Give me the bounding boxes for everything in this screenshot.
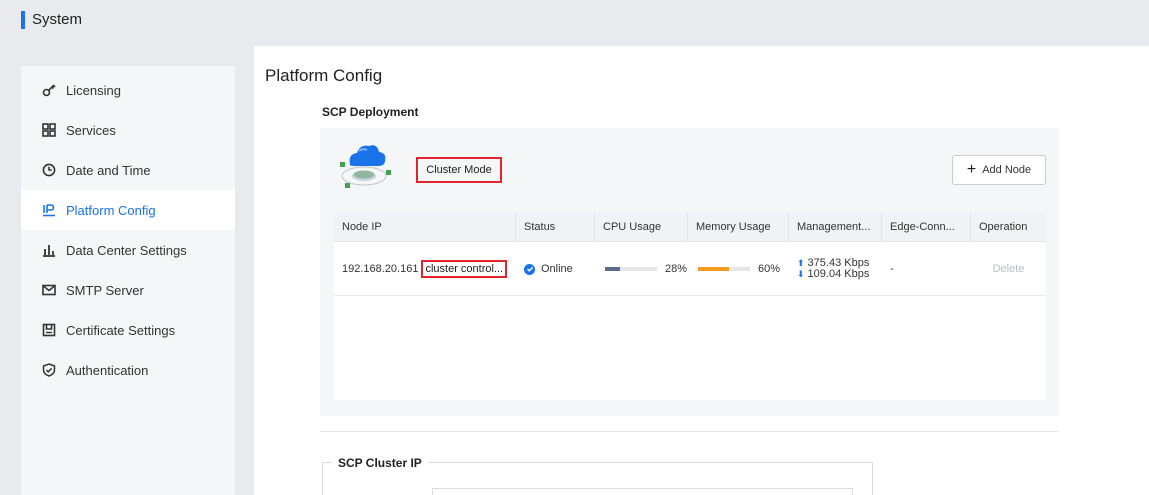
plus-icon: + [966,161,977,178]
column-header-node-ip[interactable]: Node IP [334,212,516,242]
sidebar-item-label: Licensing [66,82,121,98]
cell-management: ⬆ 375.43 Kbps ⬇ 109.04 Kbps [789,242,882,296]
sidebar-item-label: Date and Time [66,162,151,178]
add-node-label: Add Node [982,164,1032,176]
cluster-mode-text: Cluster Mode [426,164,492,176]
column-header-operation[interactable]: Operation [971,212,1046,242]
cluster-mode-label: Cluster Mode [416,157,502,183]
cluster-ip-input[interactable] [432,488,853,495]
section-divider [320,431,1059,432]
ip-icon [42,203,56,217]
page-header-title: System [32,11,83,28]
cell-cpu-usage: 28% [595,242,688,296]
clock-icon [42,163,56,177]
sidebar-item-label: Platform Config [66,202,156,218]
arrow-up-icon: ⬆ [797,258,805,268]
status-value: Online [541,263,573,275]
memory-usage-value: 60% [758,263,781,275]
section-title-scp-cluster-ip: SCP Cluster IP [332,456,428,470]
cell-node-ip: 192.168.20.161 cluster control... [334,242,516,296]
edge-conn-value: - [890,263,894,275]
sidebar-item-licensing[interactable]: Licensing [21,70,235,110]
cpu-usage-value: 28% [665,263,688,275]
memory-usage-bar [698,267,750,271]
cell-status: Online [516,242,595,296]
shield-icon [42,363,56,377]
node-ip-value: 192.168.20.161 [342,263,419,275]
sidebar-item-label: Services [66,122,116,138]
sidebar-item-services[interactable]: Services [21,110,235,150]
grid-icon [42,123,56,137]
sidebar-item-date-and-time[interactable]: Date and Time [21,150,235,190]
sidebar-item-certificate-settings[interactable]: Certificate Settings [21,310,235,350]
page-title: Platform Config [265,66,383,85]
column-header-memory-usage[interactable]: Memory Usage [688,212,789,242]
check-circle-icon [524,263,535,275]
cell-operation: Delete [971,242,1046,296]
cell-edge-conn: - [882,242,971,296]
column-header-edge-conn[interactable]: Edge-Conn... [882,212,971,242]
memory-usage-fill [698,267,730,271]
column-header-cpu-usage[interactable]: CPU Usage [595,212,688,242]
sidebar-item-label: Authentication [66,362,149,378]
sidebar-item-data-center-settings[interactable]: Data Center Settings [21,230,235,270]
mail-icon [42,283,56,297]
top-bar: System [0,0,1149,46]
certificate-icon [42,323,56,337]
bar-chart-icon [42,243,56,257]
sidebar-item-platform-config[interactable]: Platform Config [21,190,235,230]
column-header-status[interactable]: Status [516,212,595,242]
sidebar-item-authentication[interactable]: Authentication [21,350,235,390]
sidebar-item-label: Certificate Settings [66,322,176,338]
cloud-cluster-icon [336,140,398,192]
cpu-usage-bar [605,267,657,271]
add-node-button[interactable]: + Add Node [952,155,1046,185]
table-header: Node IP Status CPU Usage Memory Usage Ma… [334,212,1046,242]
node-role-value: cluster control... [421,260,508,278]
management-traffic: ⬆ 375.43 Kbps ⬇ 109.04 Kbps [797,258,869,280]
cell-memory-usage: 60% [688,242,789,296]
sidebar-item-label: Data Center Settings [66,242,187,258]
title-accent [21,11,25,29]
delete-button[interactable]: Delete [993,263,1025,275]
section-title-scp-deployment: SCP Deployment [322,105,419,119]
sidebar: Licensing Services Date and Time Platfor… [21,66,235,495]
download-rate: ⬇ 109.04 Kbps [797,269,869,280]
column-header-management[interactable]: Management... [789,212,882,242]
cpu-usage-fill [605,267,620,271]
table-row: 192.168.20.161 cluster control... Online… [334,242,1046,296]
sidebar-item-smtp-server[interactable]: SMTP Server [21,270,235,310]
download-rate-value: 109.04 Kbps [807,268,870,280]
key-icon [42,83,56,97]
nodes-table: Node IP Status CPU Usage Memory Usage Ma… [334,212,1046,400]
sidebar-item-label: SMTP Server [66,282,144,298]
arrow-down-icon: ⬇ [797,269,805,279]
